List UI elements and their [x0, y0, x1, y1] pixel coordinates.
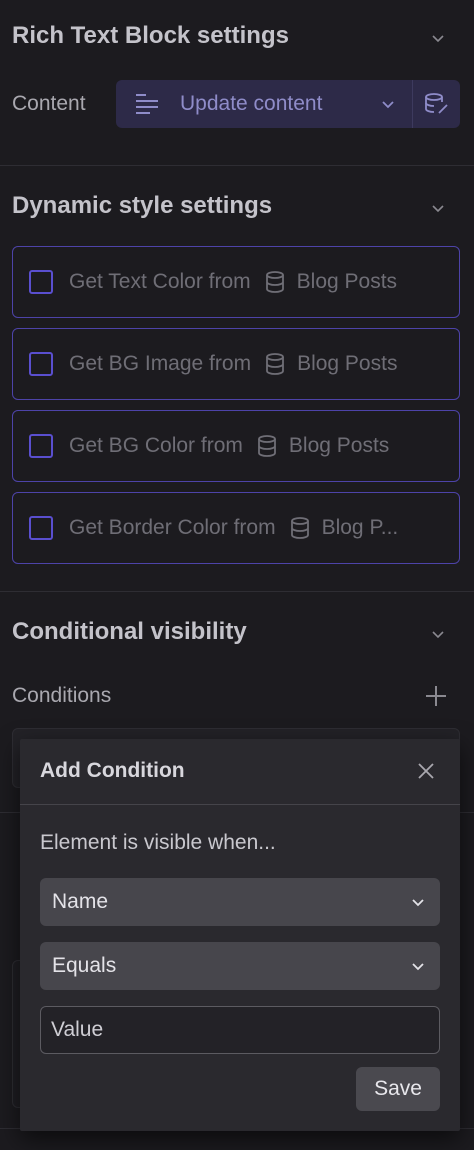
content-button-group: Update content — [116, 80, 460, 128]
conditions-label: Conditions — [12, 684, 112, 707]
dynamic-item-label: Get BG Image from — [69, 352, 252, 375]
dynamic-item-bg-image[interactable]: Get BG Image from Blog Posts — [12, 328, 460, 400]
modal-header: Add Condition — [20, 739, 460, 805]
visibility-section-title: Conditional visibility — [12, 618, 247, 645]
dynamic-item-bg-color[interactable]: Get BG Color from Blog Posts — [12, 410, 460, 482]
update-content-label: Update content — [180, 92, 323, 115]
dynamic-item-label: Get Text Color from — [69, 270, 251, 293]
dynamic-item-label: Get Border Color from — [69, 516, 276, 539]
checkbox[interactable] — [29, 516, 53, 540]
divider — [0, 165, 474, 166]
chevron-down-icon[interactable] — [430, 626, 446, 642]
database-icon — [257, 435, 276, 457]
dynamic-item-source: Blog P... — [321, 516, 399, 539]
modal-subtitle: Element is visible when... — [40, 831, 276, 854]
dynamic-section-title: Dynamic style settings — [12, 192, 273, 219]
dynamic-item-source: Blog Posts — [288, 434, 390, 457]
dynamic-item-border-color[interactable]: Get Border Color from Blog P... — [12, 492, 460, 564]
dynamic-item-source: Blog Posts — [296, 270, 398, 293]
checkbox[interactable] — [29, 352, 53, 376]
dynamic-item-label: Get BG Color from — [69, 434, 243, 457]
database-icon — [290, 517, 309, 539]
save-button[interactable]: Save — [356, 1067, 440, 1111]
operator-select[interactable]: Equals — [40, 942, 440, 990]
database-edit-icon — [424, 93, 448, 114]
modal-title: Add Condition — [40, 759, 185, 782]
database-icon — [266, 353, 284, 375]
content-label: Content — [12, 92, 86, 115]
chevron-down-icon[interactable] — [430, 30, 446, 46]
chevron-down-icon[interactable] — [430, 200, 446, 216]
checkbox[interactable] — [29, 434, 53, 458]
dynamic-item-source: Blog Posts — [297, 352, 398, 375]
close-icon[interactable] — [416, 761, 436, 781]
rich-text-section-title: Rich Text Block settings — [12, 22, 289, 49]
field-select-value: Name — [52, 890, 109, 913]
chevron-down-icon — [382, 101, 394, 109]
value-input[interactable] — [40, 1006, 440, 1054]
settings-panel: Rich Text Block settings Content Update … — [0, 0, 474, 1150]
database-icon — [265, 271, 284, 293]
divider — [0, 591, 474, 592]
add-condition-icon[interactable] — [424, 684, 448, 708]
add-condition-modal: Add Condition Element is visible when...… — [20, 739, 460, 1131]
checkbox[interactable] — [29, 270, 53, 294]
field-select[interactable]: Name — [40, 878, 440, 926]
chevron-down-icon — [412, 899, 424, 907]
chevron-down-icon — [412, 963, 424, 971]
operator-select-value: Equals — [52, 954, 117, 977]
align-left-icon — [136, 94, 158, 114]
update-content-button[interactable]: Update content — [116, 80, 412, 128]
database-edit-button[interactable] — [412, 80, 460, 128]
dynamic-item-text-color[interactable]: Get Text Color from Blog Posts — [12, 246, 460, 318]
